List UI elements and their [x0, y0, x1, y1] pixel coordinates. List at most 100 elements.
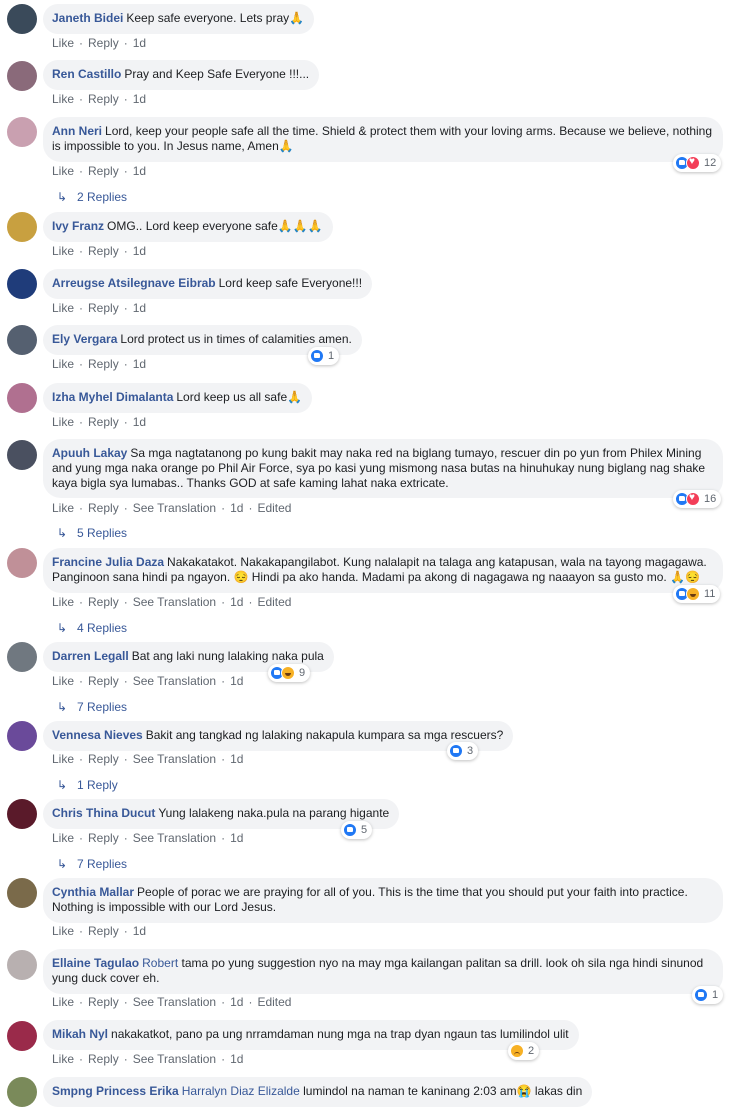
mention-link[interactable]: Harralyn Diaz Elizalde	[182, 1084, 300, 1098]
see-translation-link[interactable]: See Translation	[133, 1052, 216, 1066]
comment-time[interactable]: 1d	[133, 415, 146, 429]
avatar[interactable]	[7, 642, 37, 672]
view-replies-link[interactable]: ↳ 7 Replies	[57, 857, 127, 871]
view-replies-link[interactable]: ↳ 2 Replies	[57, 190, 127, 204]
like-link[interactable]: Like	[52, 244, 74, 258]
view-replies-link[interactable]: ↳ 1 Reply	[57, 778, 118, 792]
reply-link[interactable]: Reply	[88, 501, 119, 515]
avatar[interactable]	[7, 721, 37, 751]
comment-author[interactable]: Janeth Bidei	[52, 11, 123, 25]
comment-time[interactable]: 1d	[230, 595, 243, 609]
comment-author[interactable]: Izha Myhel Dimalanta	[52, 390, 173, 404]
comment-time[interactable]: 1d	[230, 501, 243, 515]
like-link[interactable]: Like	[52, 752, 74, 766]
like-link[interactable]: Like	[52, 501, 74, 515]
reply-link[interactable]: Reply	[88, 995, 119, 1009]
edited-label[interactable]: Edited	[257, 595, 291, 609]
avatar[interactable]	[7, 61, 37, 91]
view-replies-link[interactable]: ↳ 7 Replies	[57, 700, 127, 714]
comment-author[interactable]: Francine Julia Daza	[52, 555, 164, 569]
reply-link[interactable]: Reply	[88, 36, 119, 50]
reaction-summary[interactable]: 5	[341, 821, 373, 839]
avatar[interactable]	[7, 799, 37, 829]
see-translation-link[interactable]: See Translation	[133, 752, 216, 766]
like-link[interactable]: Like	[52, 831, 74, 845]
reaction-summary[interactable]: 1	[692, 986, 724, 1004]
comment-time[interactable]: 1d	[133, 92, 146, 106]
comment-time[interactable]: 1d	[133, 924, 146, 938]
see-translation-link[interactable]: See Translation	[133, 674, 216, 688]
comment-author[interactable]: Ely Vergara	[52, 332, 117, 346]
like-link[interactable]: Like	[52, 595, 74, 609]
comment-time[interactable]: 1d	[133, 164, 146, 178]
reaction-summary[interactable]: 1	[308, 347, 340, 365]
avatar[interactable]	[7, 325, 37, 355]
comment-time[interactable]: 1d	[133, 357, 146, 371]
comment-author[interactable]: Vennesa Nieves	[52, 728, 143, 742]
reaction-summary[interactable]: 3	[447, 742, 479, 760]
reaction-summary[interactable]: 9	[268, 664, 311, 682]
comment-author[interactable]: Ann Neri	[52, 124, 102, 138]
comment-author[interactable]: Smpng Princess Erika	[52, 1084, 179, 1098]
avatar[interactable]	[7, 950, 37, 980]
reply-link[interactable]: Reply	[88, 415, 119, 429]
see-translation-link[interactable]: See Translation	[133, 995, 216, 1009]
reply-link[interactable]: Reply	[88, 595, 119, 609]
like-link[interactable]: Like	[52, 995, 74, 1009]
view-replies-link[interactable]: ↳ 5 Replies	[57, 526, 127, 540]
comment-author[interactable]: Chris Thina Ducut	[52, 806, 155, 820]
comment-author[interactable]: Mikah Nyl	[52, 1027, 108, 1041]
comment-author[interactable]: Cynthia Mallar	[52, 885, 134, 899]
reply-link[interactable]: Reply	[88, 357, 119, 371]
reply-link[interactable]: Reply	[88, 831, 119, 845]
comment-author[interactable]: Ellaine Tagulao	[52, 956, 139, 970]
reaction-summary[interactable]: 11	[673, 585, 721, 603]
view-replies-link[interactable]: ↳ 4 Replies	[57, 621, 127, 635]
like-link[interactable]: Like	[52, 357, 74, 371]
comment-time[interactable]: 1d	[230, 1052, 243, 1066]
like-link[interactable]: Like	[52, 674, 74, 688]
comment-time[interactable]: 1d	[133, 36, 146, 50]
reply-link[interactable]: Reply	[88, 1052, 119, 1066]
avatar[interactable]	[7, 212, 37, 242]
reaction-summary[interactable]: 2	[508, 1042, 540, 1060]
reply-link[interactable]: Reply	[88, 924, 119, 938]
avatar[interactable]	[7, 878, 37, 908]
edited-label[interactable]: Edited	[257, 995, 291, 1009]
edited-label[interactable]: Edited	[257, 501, 291, 515]
like-link[interactable]: Like	[52, 301, 74, 315]
like-link[interactable]: Like	[52, 92, 74, 106]
avatar[interactable]	[7, 269, 37, 299]
avatar[interactable]	[7, 383, 37, 413]
avatar[interactable]	[7, 440, 37, 470]
reply-link[interactable]: Reply	[88, 92, 119, 106]
comment-time[interactable]: 1d	[133, 301, 146, 315]
avatar[interactable]	[7, 117, 37, 147]
see-translation-link[interactable]: See Translation	[133, 501, 216, 515]
reply-link[interactable]: Reply	[88, 164, 119, 178]
comment-time[interactable]: 1d	[230, 752, 243, 766]
reaction-summary[interactable]: 12	[673, 154, 722, 172]
like-link[interactable]: Like	[52, 164, 74, 178]
like-link[interactable]: Like	[52, 1052, 74, 1066]
avatar[interactable]	[7, 4, 37, 34]
comment-time[interactable]: 1d	[230, 674, 243, 688]
reply-link[interactable]: Reply	[88, 674, 119, 688]
reaction-summary[interactable]: 16	[673, 490, 722, 508]
comment-time[interactable]: 1d	[230, 995, 243, 1009]
comment-author[interactable]: Ren Castillo	[52, 67, 121, 81]
reply-link[interactable]: Reply	[88, 244, 119, 258]
comment-time[interactable]: 1d	[230, 831, 243, 845]
comment-author[interactable]: Darren Legall	[52, 649, 129, 663]
mention-link[interactable]: Robert	[142, 956, 178, 970]
like-link[interactable]: Like	[52, 924, 74, 938]
see-translation-link[interactable]: See Translation	[133, 831, 216, 845]
reply-link[interactable]: Reply	[88, 752, 119, 766]
comment-author[interactable]: Ivy Franz	[52, 219, 104, 233]
avatar[interactable]	[7, 548, 37, 578]
avatar[interactable]	[7, 1021, 37, 1051]
like-link[interactable]: Like	[52, 415, 74, 429]
like-link[interactable]: Like	[52, 36, 74, 50]
comment-author[interactable]: Arreugse Atsilegnave Eibrab	[52, 276, 216, 290]
avatar[interactable]	[7, 1077, 37, 1107]
